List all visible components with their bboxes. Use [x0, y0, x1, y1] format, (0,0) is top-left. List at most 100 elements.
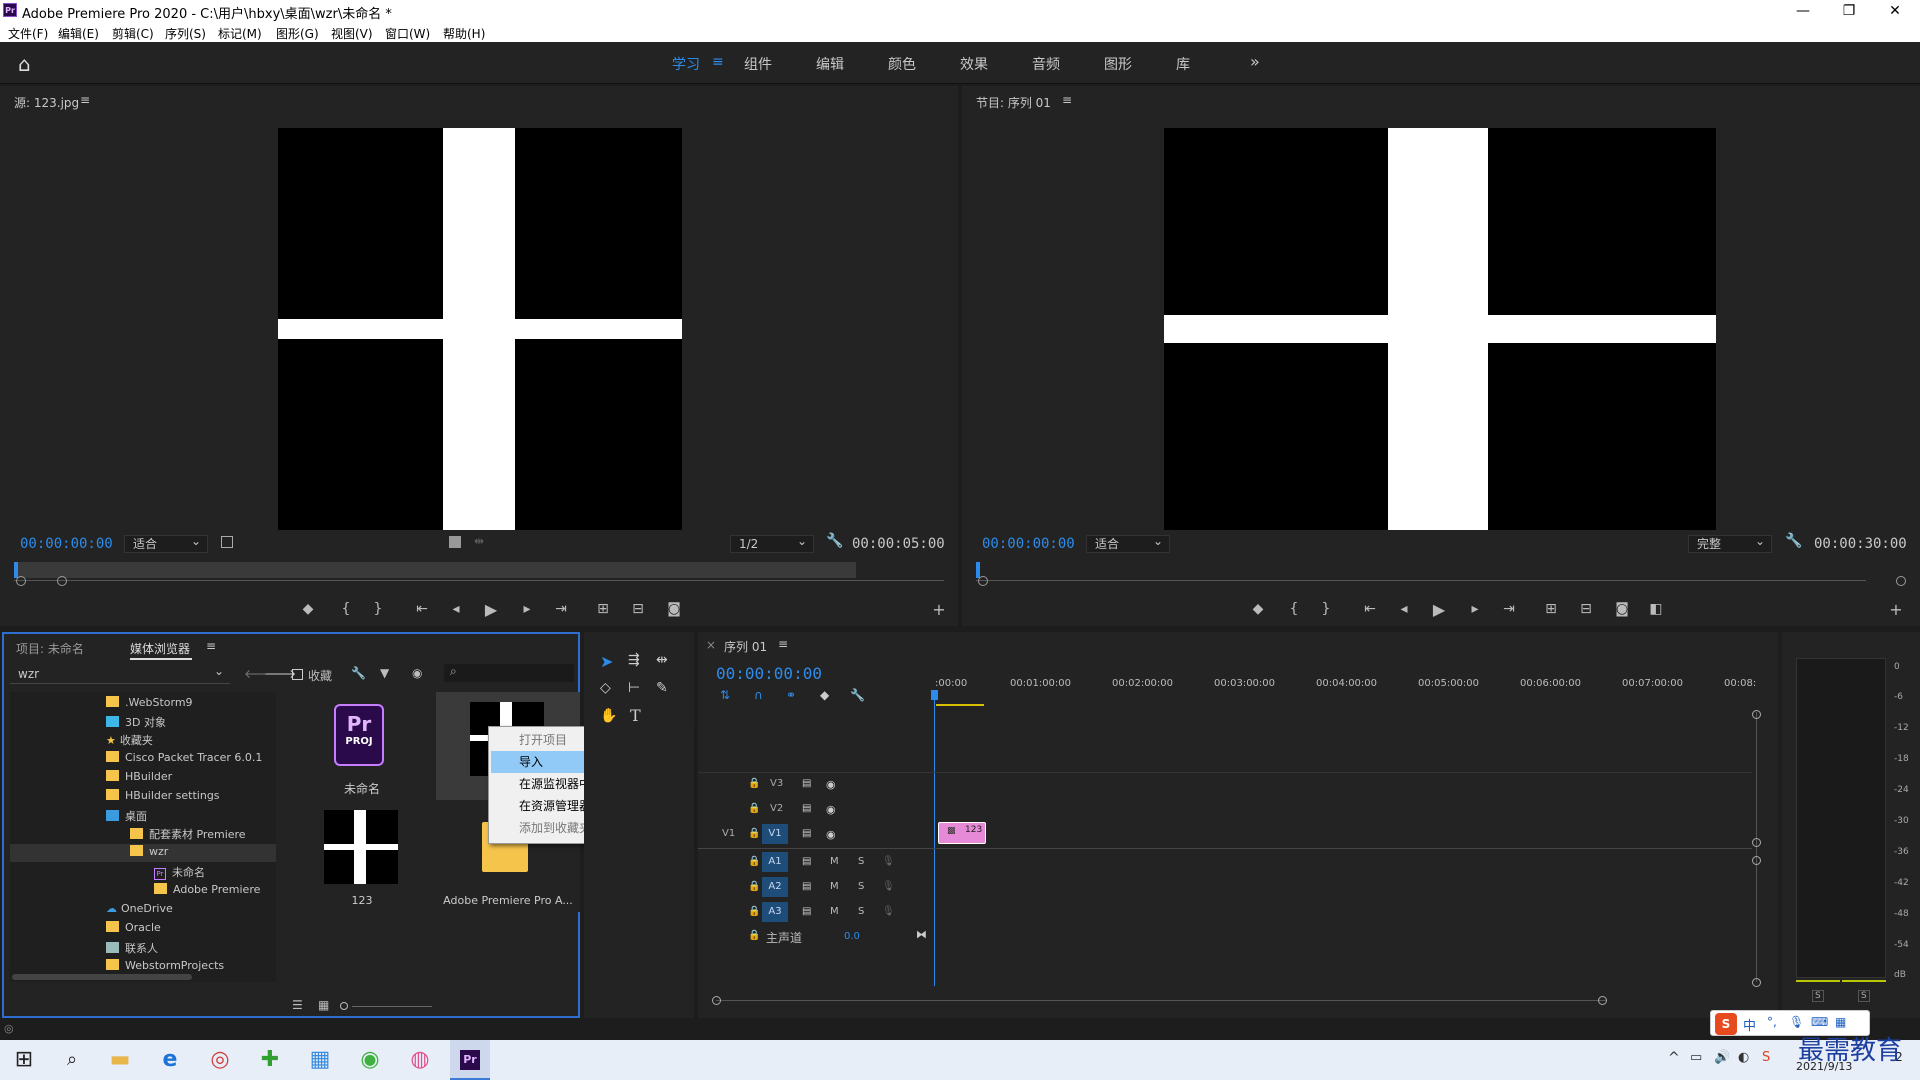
sequence-tab[interactable]: 序列 01	[724, 638, 767, 655]
add-marker-icon[interactable]: ◆	[1248, 601, 1268, 617]
vertical-zoom-track[interactable]	[1756, 712, 1757, 982]
mark-in-icon[interactable]: {	[336, 601, 356, 617]
tree-item[interactable]: HBuilder settings	[106, 789, 220, 807]
network-icon[interactable]: ▭	[1690, 1050, 1702, 1065]
tree-item[interactable]: 桌面	[106, 808, 147, 826]
ripple-edit-icon[interactable]: ⇹	[656, 652, 668, 668]
filter-icon[interactable]: ▼	[380, 666, 389, 680]
workspace-menu-icon[interactable]: ≡	[712, 54, 724, 70]
project-tab[interactable]: 项目: 未命名	[16, 640, 84, 657]
menu-clip[interactable]: 剪辑(C)	[112, 25, 154, 42]
lock-icon[interactable]: 🔒	[748, 778, 760, 789]
lock-icon[interactable]: 🔒	[748, 803, 760, 814]
drag-video-icon[interactable]	[449, 536, 461, 548]
go-to-out-icon[interactable]: ⇥	[1499, 601, 1519, 617]
track-label-a1[interactable]: A1	[762, 852, 788, 872]
wrench-icon[interactable]: 🔧	[826, 533, 843, 549]
tree-item[interactable]: Cisco Packet Tracer 6.0.1	[106, 751, 262, 769]
icon-view-icon[interactable]: ▦	[318, 998, 329, 1012]
app-icon[interactable]: ◉	[350, 1040, 390, 1080]
tree-item[interactable]: ☁ OneDrive	[106, 902, 173, 920]
zoom-slider[interactable]	[352, 1006, 432, 1007]
panel-menu-icon[interactable]: ≡	[778, 637, 788, 651]
workspace-audio[interactable]: 音频	[1032, 54, 1060, 74]
panel-menu-icon[interactable]: ≡	[206, 639, 216, 653]
view-icon[interactable]: ◉	[412, 666, 422, 680]
workspace-effects[interactable]: 效果	[960, 54, 988, 74]
tree-item[interactable]: 3D 对象	[106, 714, 166, 732]
button-editor-icon[interactable]: +	[929, 600, 949, 619]
tree-item[interactable]: 联系人	[106, 940, 158, 958]
program-fit-dropdown[interactable]: 适合	[1086, 533, 1170, 553]
sync-lock-icon[interactable]: ▤	[802, 778, 811, 789]
grid-icon[interactable]: ▦	[1835, 1015, 1846, 1029]
safe-margins-icon[interactable]	[221, 536, 233, 548]
menu-sequence[interactable]: 序列(S)	[165, 25, 206, 42]
program-scroll-end-handle[interactable]	[1896, 576, 1906, 586]
menu-graphics[interactable]: 图形(G)	[276, 25, 319, 42]
tree-item-selected[interactable]: wzr	[130, 845, 168, 863]
wrench-icon[interactable]: 🔧	[351, 666, 366, 680]
search-input[interactable]: ⌕	[444, 664, 574, 682]
linked-selection-icon[interactable]: ⚭	[786, 688, 796, 702]
mark-out-icon[interactable]: }	[1316, 601, 1336, 617]
mute-button[interactable]: M	[830, 906, 839, 917]
snap-icon[interactable]: ∩	[754, 688, 763, 702]
timeline-playhead[interactable]	[934, 690, 935, 986]
track-label-a2[interactable]: A2	[762, 877, 788, 897]
program-timecode[interactable]: 00:00:00:00	[982, 536, 1075, 552]
lock-icon[interactable]: 🔒	[748, 856, 760, 867]
media-browser-tab[interactable]: 媒体浏览器	[130, 640, 190, 657]
tree-item[interactable]: Pr 未命名	[154, 864, 205, 882]
program-playhead[interactable]	[976, 562, 980, 578]
workspace-libraries[interactable]: 库	[1176, 54, 1190, 74]
export-frame-icon[interactable]: ◙	[664, 601, 684, 617]
program-quality-dropdown[interactable]: 完整	[1688, 533, 1772, 553]
panel-menu-icon[interactable]: ≡	[80, 93, 90, 107]
workspace-learning[interactable]: 学习	[672, 54, 700, 74]
mic-icon[interactable]: 🎙	[1789, 1015, 1804, 1029]
start-icon[interactable]: ⊞	[4, 1040, 44, 1080]
nest-icon[interactable]: ⇅	[720, 688, 730, 702]
step-forward-icon[interactable]: ▸	[1465, 601, 1485, 617]
restore-button[interactable]: ❐	[1826, 0, 1872, 22]
vertical-scroll-handle[interactable]	[1752, 838, 1761, 847]
workspace-graphics[interactable]: 图形	[1104, 54, 1132, 74]
source-patch-v1[interactable]: V1	[722, 828, 735, 839]
tree-item[interactable]: Oracle	[106, 921, 161, 939]
premiere-taskbar-button[interactable]: Pr	[450, 1040, 490, 1080]
track-label-a3[interactable]: A3	[762, 902, 788, 922]
selection-tool-icon[interactable]: ➤	[600, 652, 613, 671]
app-icon[interactable]: ✚	[250, 1040, 290, 1080]
go-to-in-icon[interactable]: ⇤	[1360, 601, 1380, 617]
eye-icon[interactable]: ◉	[826, 778, 836, 791]
tree-horizontal-scrollbar[interactable]	[12, 974, 192, 980]
vertical-scroll-handle[interactable]	[1752, 978, 1761, 987]
tree-item[interactable]: .WebStorm9	[106, 696, 193, 714]
close-tab-icon[interactable]: ×	[706, 638, 716, 652]
timeline-settings-icon[interactable]: 🔧	[850, 688, 865, 702]
source-title[interactable]: 源: 123.jpg	[14, 94, 79, 111]
menu-file[interactable]: 文件(F)	[8, 25, 48, 42]
minimize-button[interactable]: —	[1780, 0, 1826, 22]
play-icon[interactable]: ▶	[1429, 600, 1449, 619]
list-view-icon[interactable]: ☰	[292, 998, 303, 1012]
hand-icon[interactable]: ✋	[600, 708, 617, 724]
mute-button[interactable]: M	[830, 856, 839, 867]
eye-icon[interactable]: ◉	[826, 803, 836, 816]
add-marker-icon[interactable]: ◆	[298, 601, 318, 617]
timeline-timecode[interactable]: 00:00:00:00	[716, 664, 822, 683]
tray-icon[interactable]: ◐	[1738, 1050, 1749, 1065]
go-to-out-icon[interactable]: ⇥	[551, 601, 571, 617]
voiceover-record-icon[interactable]: 🎙	[882, 856, 895, 867]
video-clip[interactable]: ▩ 123	[938, 822, 986, 844]
media-item-project[interactable]: Pr PROJ 未命名	[290, 692, 434, 800]
solo-right-button[interactable]: S	[1858, 990, 1870, 1002]
zoom-slider-handle[interactable]	[340, 1002, 348, 1010]
source-zoom-bar[interactable]	[14, 562, 856, 578]
workspace-editing[interactable]: 编辑	[816, 54, 844, 74]
go-to-in-icon[interactable]: ⇤	[412, 601, 432, 617]
workspace-color[interactable]: 颜色	[888, 54, 916, 74]
close-button[interactable]: ✕	[1872, 0, 1918, 22]
source-scroll-start-handle[interactable]	[16, 576, 26, 586]
